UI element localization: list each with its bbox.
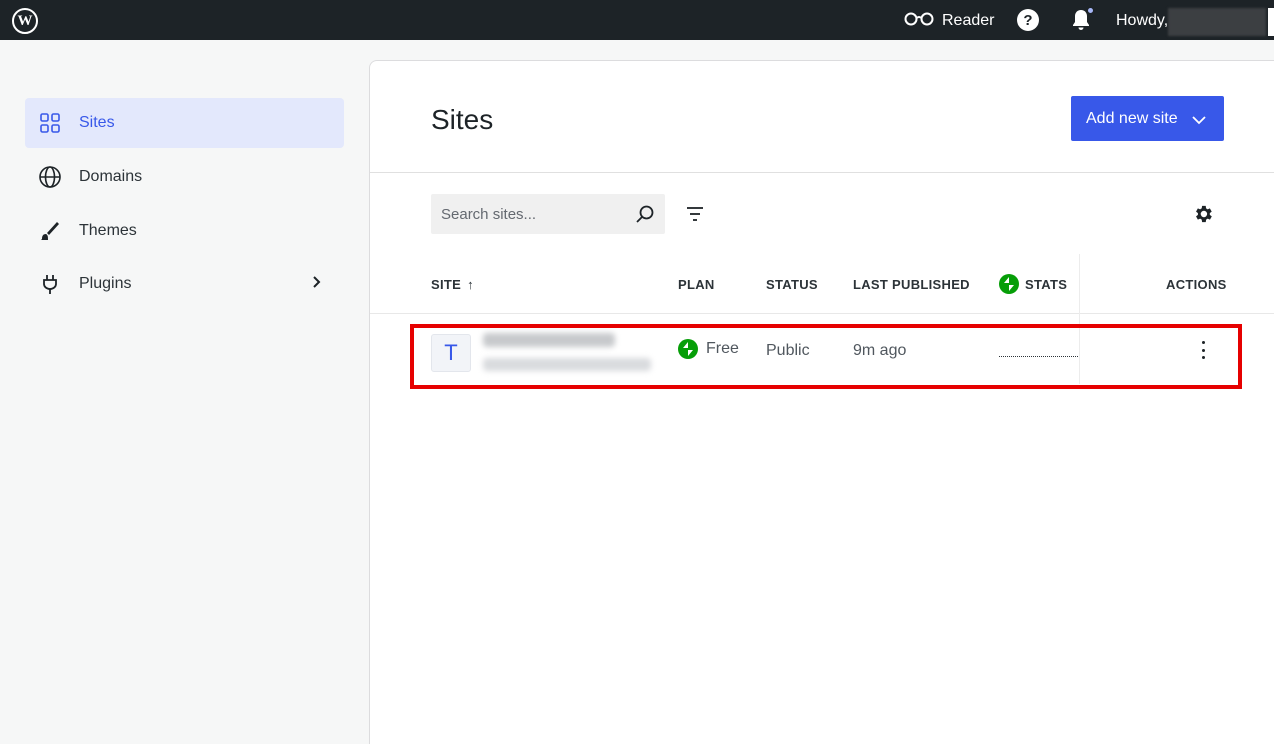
chevron-down-icon [1192, 112, 1206, 130]
status-cell: Public [766, 342, 810, 359]
header-divider [370, 172, 1274, 173]
sidebar-item-label: Sites [79, 114, 115, 131]
site-name-redacted[interactable] [483, 333, 615, 347]
column-header-stats-label: STATS [1025, 276, 1068, 292]
sidebar-item-label: Domains [79, 168, 143, 185]
brush-icon [38, 219, 62, 243]
column-header-stats: STATS [999, 274, 1067, 294]
avatar[interactable] [1268, 8, 1274, 36]
column-header-status: STATUS [766, 277, 818, 292]
reader-label: Reader [942, 12, 995, 29]
column-header-last-published: LAST PUBLISHED [853, 277, 970, 292]
site-icon[interactable]: T [431, 334, 471, 372]
search-placeholder: Search sites... [441, 205, 537, 223]
more-actions-icon[interactable] [1193, 339, 1213, 361]
sidebar-item-label: Themes [79, 222, 137, 239]
last-published-cell: 9m ago [853, 342, 907, 359]
sidebar: Sites Domains Themes Plugins [0, 40, 369, 744]
add-new-site-button[interactable]: Add new site [1071, 96, 1224, 141]
sidebar-item-domains[interactable]: Domains [25, 152, 344, 202]
site-url-redacted [483, 358, 651, 371]
masterbar: W Reader ? Howdy, [0, 0, 1274, 40]
sidebar-item-themes[interactable]: Themes [25, 206, 344, 256]
sidebar-item-plugins[interactable]: Plugins [25, 259, 344, 309]
plug-icon [38, 272, 62, 296]
column-header-actions: ACTIONS [1166, 277, 1227, 292]
wordpress-logo-icon[interactable]: W [12, 8, 38, 34]
search-icon[interactable] [635, 204, 655, 228]
plan-cell: Free [678, 339, 739, 359]
stats-column-divider [1079, 254, 1080, 384]
gear-icon[interactable] [1192, 203, 1214, 225]
jetpack-bolt-icon [678, 339, 698, 359]
column-header-plan: PLAN [678, 277, 715, 292]
glasses-icon [904, 12, 934, 31]
help-icon[interactable]: ? [1017, 9, 1039, 31]
chevron-right-icon [312, 275, 322, 294]
plan-label: Free [706, 340, 739, 357]
username-redacted[interactable] [1168, 8, 1266, 36]
column-header-site-label: SITE [431, 277, 462, 292]
sites-panel: Sites Add new site Search sites... SITE … [369, 60, 1274, 744]
page-title: Sites [431, 104, 494, 135]
jetpack-bolt-icon [999, 274, 1019, 294]
reader-link[interactable]: Reader [904, 10, 994, 32]
sidebar-item-sites[interactable]: Sites [25, 98, 344, 148]
add-new-site-label: Add new site [1086, 109, 1178, 127]
sidebar-item-label: Plugins [79, 275, 132, 292]
filter-icon[interactable] [685, 204, 705, 224]
search-input[interactable]: Search sites... [431, 194, 665, 234]
column-header-site[interactable]: SITE ↑ [431, 277, 474, 292]
notification-dot [1087, 7, 1094, 14]
globe-icon [38, 165, 62, 189]
howdy-label: Howdy, [1116, 12, 1169, 29]
grid-icon [38, 111, 62, 135]
table-header-divider [370, 313, 1274, 314]
stats-sparkline[interactable] [999, 356, 1078, 357]
sort-ascending-icon: ↑ [467, 277, 474, 292]
